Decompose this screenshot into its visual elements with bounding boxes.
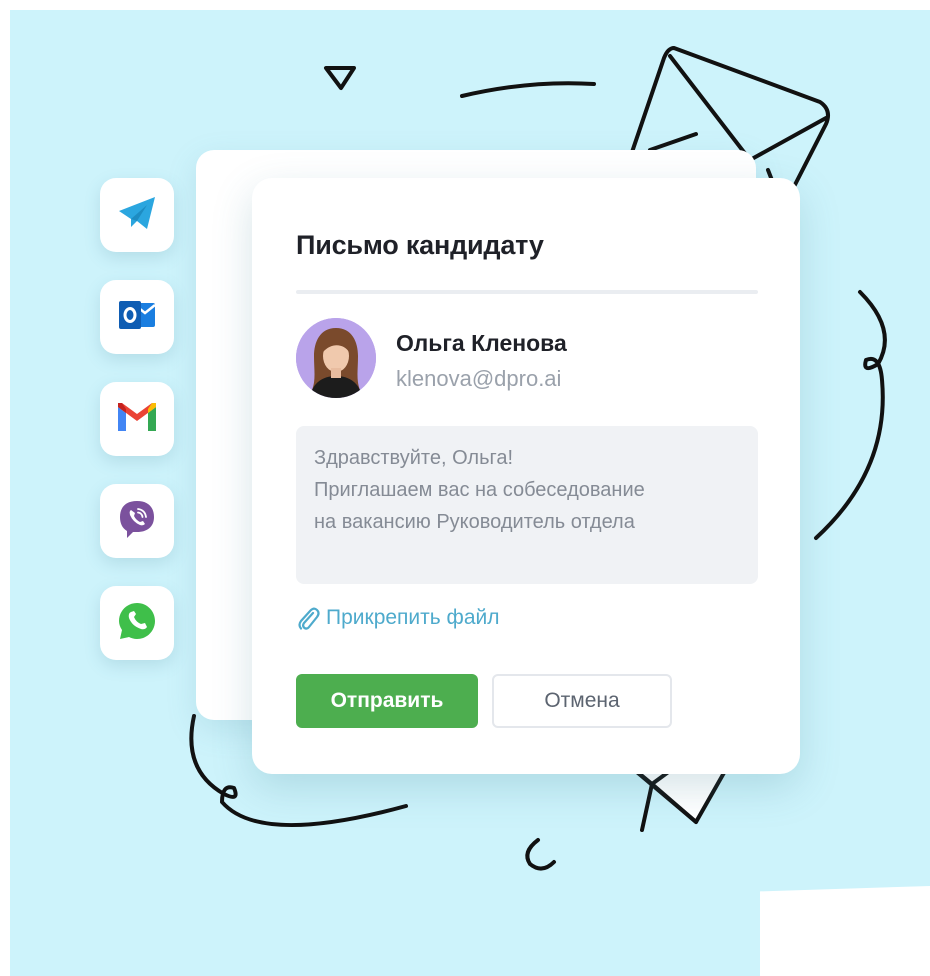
outlook-button[interactable] [100, 280, 174, 354]
whatsapp-button[interactable] [100, 586, 174, 660]
gmail-icon [116, 401, 158, 438]
message-line: на вакансию Руководитель отдела [314, 511, 635, 533]
paperclip-icon [296, 605, 320, 631]
attach-file-link[interactable]: Прикрепить файл [296, 604, 500, 632]
send-button[interactable]: Отправить [296, 674, 478, 728]
telegram-button[interactable] [100, 178, 174, 252]
illustration-background: Письмо кандидату Ольга Кленова klenova@d… [10, 10, 930, 976]
candidate-letter-dialog: Письмо кандидату Ольга Кленова klenova@d… [252, 178, 800, 774]
viber-button[interactable] [100, 484, 174, 558]
telegram-icon [117, 195, 157, 236]
gmail-button[interactable] [100, 382, 174, 456]
outlook-icon [117, 297, 157, 338]
message-line: Приглашаем вас на собеседование [314, 479, 645, 501]
attach-file-label: Прикрепить файл [326, 606, 500, 629]
title-divider [296, 290, 758, 294]
viber-icon [116, 498, 158, 545]
message-textarea[interactable]: Здравствуйте, Ольга! Приглашаем вас на с… [296, 426, 758, 584]
candidate-name: Ольга Кленова [396, 330, 567, 356]
candidate-avatar [296, 318, 376, 398]
candidate-email: klenova@dpro.ai [396, 366, 562, 391]
white-corner-shape [760, 886, 930, 976]
whatsapp-icon [116, 600, 158, 647]
dialog-title: Письмо кандидату [296, 230, 544, 260]
message-line: Здравствуйте, Ольга! [314, 447, 514, 469]
cancel-button[interactable]: Отмена [492, 674, 672, 728]
